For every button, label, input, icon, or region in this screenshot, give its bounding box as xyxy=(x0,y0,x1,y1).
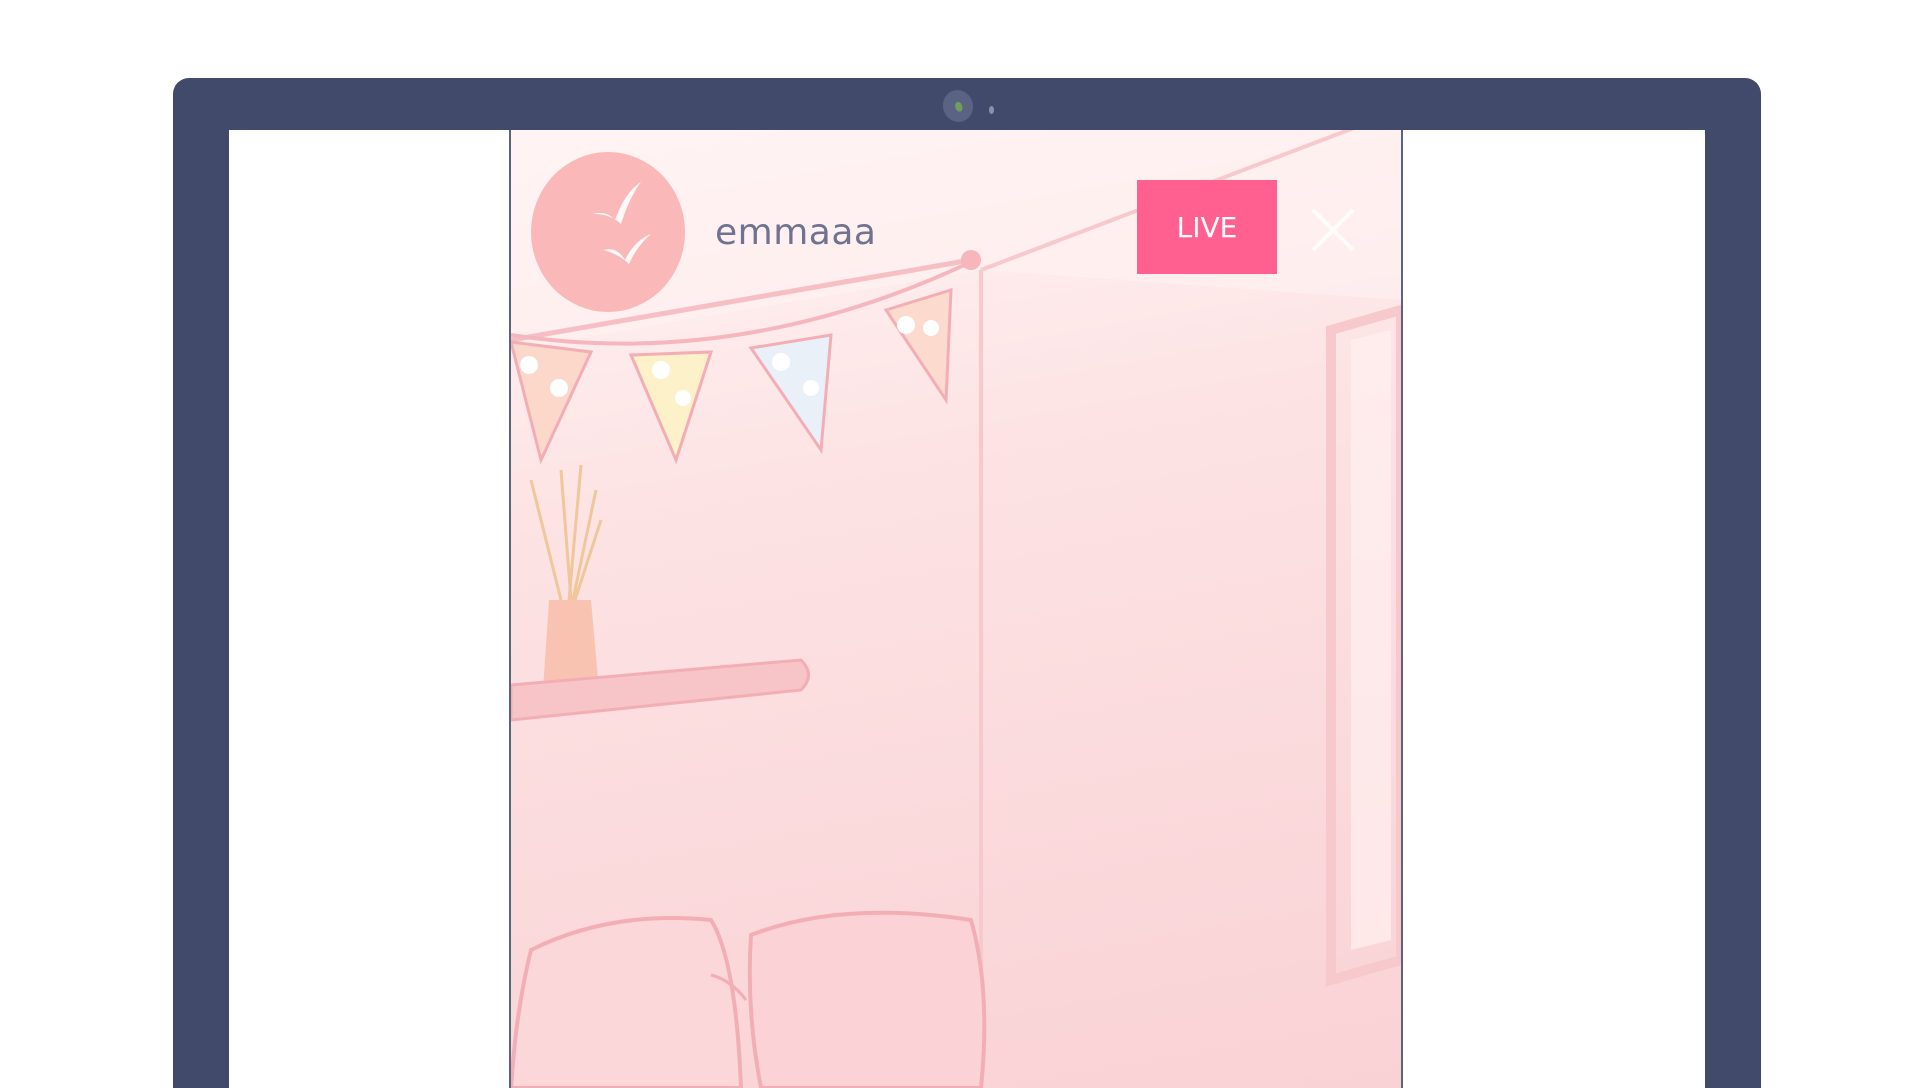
birds-icon xyxy=(593,182,651,264)
live-button[interactable]: LIVE xyxy=(1137,180,1277,274)
stream-panel: emmaaa LIVE xyxy=(509,130,1403,1088)
webcam-icon xyxy=(938,86,978,126)
laptop-screen: emmaaa LIVE xyxy=(229,130,1705,1088)
webcam-lens xyxy=(953,100,964,113)
close-icon xyxy=(1311,208,1355,252)
close-button[interactable] xyxy=(1307,204,1359,256)
webcam-indicator xyxy=(989,106,994,114)
laptop-frame: emmaaa LIVE xyxy=(173,78,1761,1088)
streamer-avatar[interactable] xyxy=(531,152,685,312)
streamer-username: emmaaa xyxy=(715,212,877,253)
